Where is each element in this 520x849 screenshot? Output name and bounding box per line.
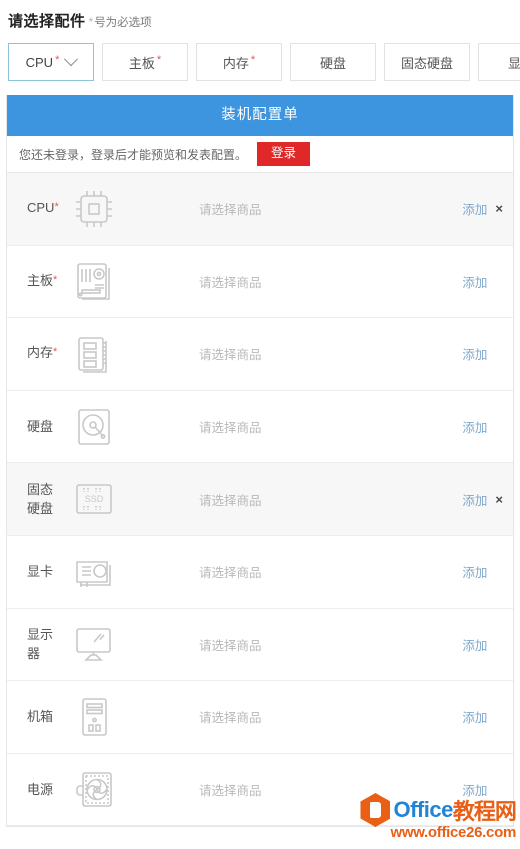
config-row-机箱[interactable]: 机箱 请选择商品添加× [7, 681, 513, 754]
add-component-button[interactable]: 添加 [462, 635, 487, 654]
config-row-固态硬盘[interactable]: 固态硬盘 SSD 请选择商品 添加 × [7, 463, 513, 536]
tab-label: 内存 [222, 55, 249, 71]
tab-内存[interactable]: 内存 * [196, 43, 282, 81]
add-component-button[interactable]: 添加 [462, 344, 487, 363]
tab-required-marker: * [156, 54, 162, 66]
cpu-chip-icon [61, 187, 127, 231]
row-actions: 添加× [435, 780, 513, 799]
remove-row-icon[interactable]: × [495, 202, 503, 215]
tab-硬盘[interactable]: 硬盘 [290, 43, 376, 81]
config-row-显示器[interactable]: 显示器 请选择商品添加× [7, 608, 513, 682]
row-category-label: 主板* [7, 271, 61, 292]
tab-主板[interactable]: 主板 * [102, 43, 188, 81]
row-required-marker: * [54, 201, 59, 214]
tab-显卡[interactable]: 显卡 [478, 43, 520, 81]
login-notice-text: 您还未登录，登录后才能预览和发表配置。 [19, 147, 248, 162]
tab-固态硬盘[interactable]: 固态硬盘 [384, 43, 470, 81]
row-category-label: 硬盘 [7, 417, 61, 436]
add-component-button[interactable]: 添加 [462, 562, 487, 581]
row-category-label: 固态硬盘 [7, 480, 61, 518]
config-row-电源[interactable]: 电源 请选择商品添加× [7, 753, 513, 827]
row-actions: 添加× [435, 417, 513, 436]
power-supply-icon [61, 768, 127, 812]
config-list-panel: 装机配置单 您还未登录，登录后才能预览和发表配置。 登录 CPU* 请选择商品添… [6, 95, 514, 828]
row-product-placeholder[interactable]: 请选择商品 [127, 562, 435, 581]
config-row-显卡[interactable]: 显卡 请选择商品添加× [7, 535, 513, 609]
panel-title: 装机配置单 [7, 95, 513, 136]
memory-ram-icon [61, 332, 127, 376]
required-marker: * [88, 15, 94, 29]
monitor-icon [61, 622, 127, 666]
row-category-text: 显示器 [27, 627, 54, 662]
component-tab-strip: CPU*主板*内存*硬盘固态硬盘显卡 [0, 31, 520, 81]
row-product-placeholder[interactable]: 请选择商品 [127, 490, 435, 509]
row-actions: 添加 × [435, 199, 513, 218]
row-category-text: 内存 [27, 345, 54, 361]
row-category-text: 机箱 [27, 709, 54, 725]
add-component-button[interactable]: 添加 [462, 417, 487, 436]
add-component-button[interactable]: 添加 [462, 490, 487, 509]
ssd-icon: SSD [61, 477, 127, 521]
tab-required-marker: * [250, 54, 256, 66]
config-row-硬盘[interactable]: 硬盘 请选择商品添加× [7, 390, 513, 464]
row-category-label: 显示器 [7, 625, 61, 663]
row-product-placeholder[interactable]: 请选择商品 [127, 635, 435, 654]
row-category-text: 硬盘 [27, 419, 54, 435]
row-category-text: 电源 [27, 782, 54, 798]
row-product-placeholder[interactable]: 请选择商品 [127, 707, 435, 726]
pc-case-icon [61, 695, 127, 739]
row-product-placeholder[interactable]: 请选择商品 [127, 780, 435, 799]
row-actions: 添加× [435, 707, 513, 726]
row-category-text: 固态硬盘 [27, 482, 54, 517]
add-component-button[interactable]: 添加 [462, 272, 487, 291]
row-category-text: 主板 [27, 272, 54, 288]
config-row-CPU[interactable]: CPU* 请选择商品 添加 × [7, 173, 513, 246]
tab-required-marker: * [55, 54, 60, 66]
remove-row-icon[interactable]: × [495, 493, 503, 506]
add-component-button[interactable]: 添加 [462, 780, 487, 799]
graphics-card-icon [61, 550, 127, 594]
tab-label: 硬盘 [319, 55, 346, 71]
row-actions: 添加× [435, 635, 513, 654]
row-actions: 添加× [435, 272, 513, 291]
row-product-placeholder[interactable]: 请选择商品 [127, 344, 435, 363]
tab-CPU[interactable]: CPU * [8, 43, 94, 81]
row-actions: 添加 × [435, 490, 513, 509]
required-hint: 号为必选项 [94, 17, 152, 29]
row-required-marker: * [53, 273, 58, 286]
add-component-button[interactable]: 添加 [462, 199, 487, 218]
config-row-内存[interactable]: 内存* 请选择商品添加× [7, 318, 513, 391]
config-row-list: CPU* 请选择商品添加×主板* 请选择商品添加×内存* 请选择商品添加×硬盘 … [7, 173, 513, 827]
row-actions: 添加× [435, 562, 513, 581]
config-row-主板[interactable]: 主板* 请选择商品添加× [7, 245, 513, 319]
row-actions: 添加× [435, 344, 513, 363]
page-heading: 请选择配件 *号为必选项 [0, 0, 520, 31]
tab-label: 主板 [128, 55, 155, 71]
row-product-placeholder[interactable]: 请选择商品 [127, 272, 435, 291]
row-product-placeholder[interactable]: 请选择商品 [127, 199, 435, 218]
row-category-label: CPU* [7, 198, 61, 219]
row-category-label: 电源 [7, 780, 61, 799]
hard-disk-icon [61, 405, 127, 449]
login-button[interactable]: 登录 [257, 142, 311, 166]
svg-text:SSD: SSD [85, 494, 104, 504]
tab-label: CPU [25, 54, 54, 70]
tab-label: 显卡 [507, 55, 520, 71]
motherboard-icon [61, 259, 127, 303]
row-product-placeholder[interactable]: 请选择商品 [127, 417, 435, 436]
row-category-label: 内存* [7, 343, 61, 364]
chevron-down-icon[interactable] [64, 52, 79, 67]
page-title: 请选择配件 [8, 13, 86, 30]
row-required-marker: * [53, 346, 58, 359]
add-component-button[interactable]: 添加 [462, 707, 487, 726]
row-category-text: 显卡 [27, 564, 54, 580]
row-category-label: 显卡 [7, 562, 61, 581]
tab-label: 固态硬盘 [400, 55, 453, 71]
row-category-text: CPU [27, 200, 55, 216]
row-category-label: 机箱 [7, 707, 61, 726]
login-notice-bar: 您还未登录，登录后才能预览和发表配置。 登录 [7, 136, 513, 173]
